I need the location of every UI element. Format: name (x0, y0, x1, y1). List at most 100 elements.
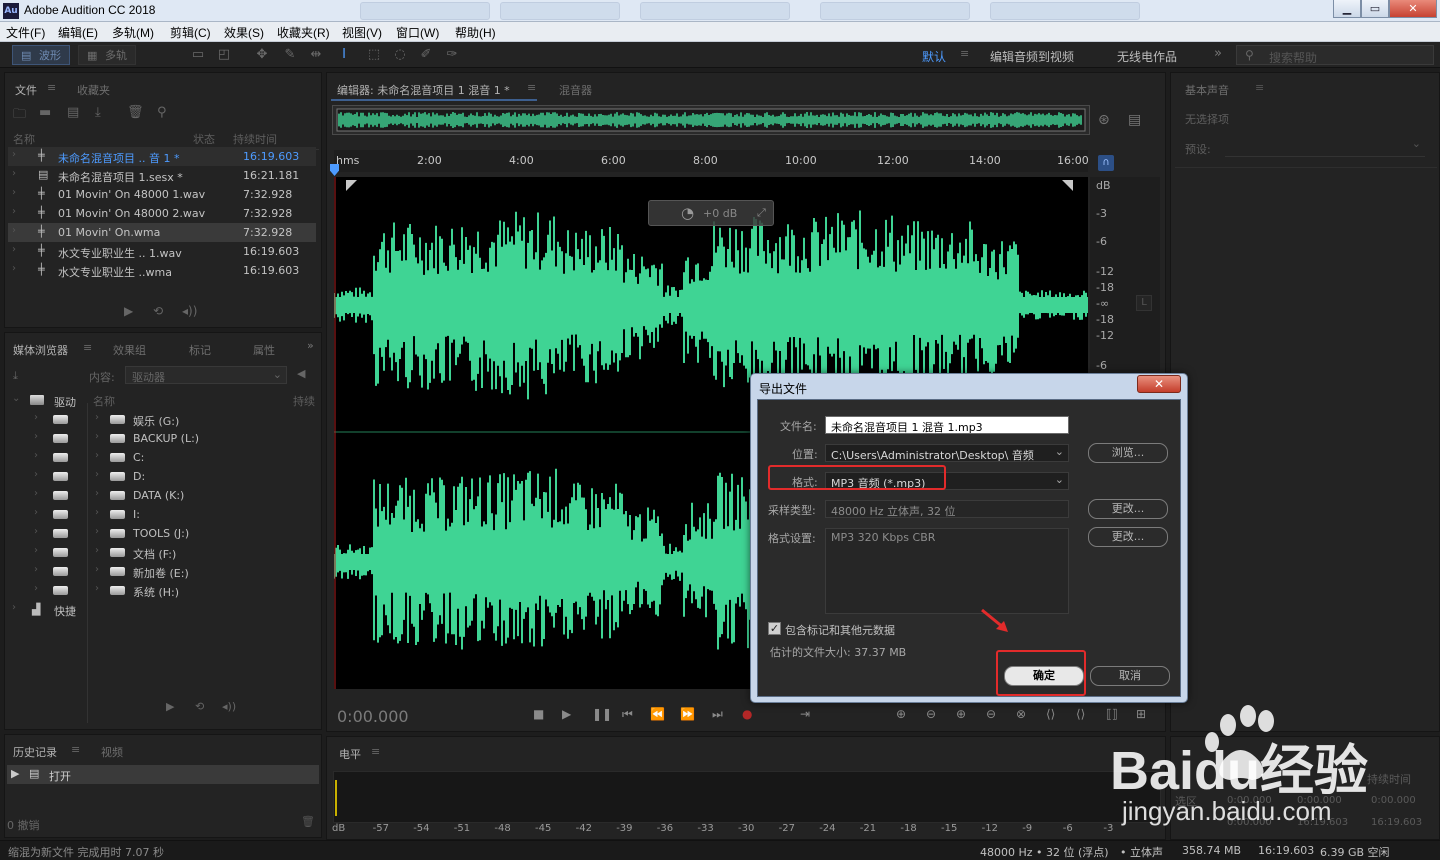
play-preview-icon[interactable]: ▶ (166, 700, 174, 713)
time-ruler[interactable]: hms 2:00 4:00 6:00 8:00 10:00 12:00 14:00 16:00 (334, 150, 1089, 172)
tab-essential-sound[interactable]: 基本声音 (1185, 82, 1229, 98)
menu-effects[interactable]: 效果(S) (224, 24, 264, 41)
menu-file[interactable]: 文件(F) (6, 24, 45, 41)
chevron-right-icon[interactable]: › (95, 488, 99, 499)
loop-preview-icon[interactable]: ⟲ (153, 304, 163, 318)
autoplay-icon[interactable]: ◂)) (222, 700, 236, 713)
menu-view[interactable]: 视图(V) (342, 24, 382, 41)
open-folder-icon[interactable]: 🗀 (13, 105, 26, 127)
panel-overflow-icon[interactable]: » (307, 339, 314, 352)
column-duration-header[interactable]: 持续 (293, 393, 315, 409)
chevron-right-icon[interactable]: › (34, 431, 38, 442)
play-preview-icon[interactable]: ▶ (124, 304, 133, 318)
chevron-right-icon[interactable]: › (34, 507, 38, 518)
spot-healing-tool-icon[interactable]: ✑ (444, 47, 460, 63)
menu-multitrack[interactable]: 多轨(M) (112, 24, 154, 41)
workspace-edit-audio-to-video[interactable]: 编辑音频到视频 (990, 48, 1074, 65)
chevron-right-icon[interactable]: › (12, 206, 16, 217)
chevron-right-icon[interactable]: › (95, 431, 99, 442)
stop-icon[interactable]: ■ (533, 707, 544, 721)
waveform-mode-button[interactable]: ▤ 波形 (12, 45, 70, 65)
multitrack-mode-button[interactable]: ▦ 多轨 (78, 45, 136, 65)
skip-to-end-icon[interactable]: ⏭ (712, 707, 723, 722)
panel-menu-icon[interactable]: ≡ (47, 81, 56, 94)
tree-item-shortcuts[interactable]: › ▟ 快捷 (8, 600, 88, 619)
brush-tool-icon[interactable]: ✐ (418, 47, 434, 63)
razor-tool-icon[interactable]: ✎ (282, 47, 298, 63)
snap-magnet-icon[interactable]: ∩ (1098, 155, 1114, 171)
volume-knob-icon[interactable]: ◔ (681, 204, 694, 222)
time-selection-tool-icon[interactable]: I (336, 47, 352, 63)
chevron-right-icon[interactable]: › (34, 583, 38, 594)
zoom-out-time-icon[interactable]: ⊖ (986, 707, 996, 721)
tab-history[interactable]: 历史记录 (13, 744, 57, 760)
chevron-right-icon[interactable]: › (95, 412, 99, 423)
hud-volume-control[interactable]: ◔ +0 dB ⤢ (648, 200, 774, 226)
tab-mixer[interactable]: 混音器 (559, 82, 592, 98)
tab-favorites[interactable]: 收藏夹 (77, 82, 110, 98)
drive-list-item[interactable]: › C: (92, 448, 316, 467)
panel-menu-icon[interactable]: ≡ (83, 341, 92, 354)
tree-drive-item[interactable]: › (8, 429, 88, 448)
file-list-item[interactable]: › ╪ 01 Movin' On 48000 2.wav 7:32.928 (8, 204, 316, 223)
lasso-tool-icon[interactable]: ◌ (392, 47, 408, 63)
spectral-pitch-icon[interactable]: ◰ (216, 47, 232, 63)
skip-selection-icon[interactable]: ⇥ (800, 707, 810, 721)
chevron-right-icon[interactable]: › (95, 545, 99, 556)
file-list-item[interactable]: › ╪ 01 Movin' On 48000 1.wav 7:32.928 (8, 185, 316, 204)
column-name-header[interactable]: 名称 (93, 393, 115, 409)
menu-favorites[interactable]: 收藏夹(R) (277, 24, 330, 41)
current-time-display[interactable]: 0:00.000 (337, 707, 409, 726)
rewind-icon[interactable]: ⏪ (650, 707, 665, 721)
file-list-item[interactable]: › ╪ 水文专业职业生 ..wma 16:19.603 (8, 261, 316, 280)
overview-waveform[interactable] (332, 105, 1090, 135)
column-name-header[interactable]: 名称 (13, 131, 35, 147)
chevron-right-icon[interactable]: › (34, 488, 38, 499)
chevron-right-icon[interactable]: › (95, 526, 99, 537)
drive-list-item[interactable]: › 娱乐 (G:) (92, 410, 316, 429)
chevron-right-icon[interactable]: › (95, 583, 99, 594)
chevron-right-icon[interactable]: › (12, 225, 16, 236)
chevron-right-icon[interactable]: › (12, 244, 16, 255)
browse-button[interactable]: 浏览... (1088, 443, 1168, 463)
channel-l-button[interactable]: L (1136, 295, 1152, 311)
fast-forward-icon[interactable]: ⏩ (680, 707, 695, 721)
workspace-overflow-icon[interactable]: » (1214, 46, 1222, 61)
file-list-item[interactable]: › ╪ 未命名混音项目 .. 音 1 * 16:19.603 (8, 147, 316, 166)
spectral-frequency-icon[interactable]: ▭ (190, 47, 206, 63)
tree-drive-item[interactable]: › (8, 486, 88, 505)
chevron-right-icon[interactable]: › (12, 149, 16, 160)
tree-drive-item[interactable]: › (8, 562, 88, 581)
file-list-item[interactable]: › ▤ 未命名混音项目 1.sesx * 16:21.181 (8, 166, 316, 185)
tree-item-drives[interactable]: ⌄ 驱动 (8, 391, 88, 410)
import-icon[interactable]: ▬ (39, 105, 51, 120)
play-icon[interactable]: ▶ (562, 707, 571, 721)
column-status-header[interactable]: 状态 (193, 131, 215, 147)
chevron-right-icon[interactable]: › (95, 469, 99, 480)
menu-clip[interactable]: 剪辑(C) (170, 24, 211, 41)
insert-icon[interactable]: ⤓ (95, 105, 101, 120)
pin-icon[interactable]: ⤢ (757, 206, 766, 220)
pause-icon[interactable]: ❚❚ (592, 707, 612, 721)
tree-drive-item[interactable]: › (8, 410, 88, 429)
filter-search-icon[interactable]: ⚲ (157, 105, 167, 120)
loop-preview-icon[interactable]: ⟲ (195, 700, 204, 713)
tab-files[interactable]: 文件 (15, 82, 37, 98)
drive-list-item[interactable]: › 文档 (F:) (92, 543, 316, 562)
chevron-right-icon[interactable]: › (95, 450, 99, 461)
tree-drive-item[interactable]: › (8, 467, 88, 486)
file-list-item[interactable]: › ╪ 水文专业职业生 .. 1.wav 16:19.603 (8, 242, 316, 261)
location-dropdown[interactable]: C:\Users\Administrator\Desktop\ 音频 ⌄ (825, 444, 1069, 462)
menu-edit[interactable]: 编辑(E) (58, 24, 98, 41)
tab-markers[interactable]: 标记 (189, 342, 211, 358)
record-icon[interactable]: ● (742, 707, 752, 721)
tree-drive-item[interactable]: › (8, 581, 88, 600)
include-markers-label[interactable]: 包含标记和其他元数据 (785, 622, 895, 638)
workspace-default[interactable]: 默认 (922, 48, 946, 65)
chevron-right-icon[interactable]: › (34, 564, 38, 575)
close-window-button[interactable]: ✕ (1389, 0, 1437, 18)
preset-dropdown[interactable]: ⌄ (1225, 137, 1425, 157)
column-duration-header[interactable]: 持续时间 (233, 131, 277, 147)
zoom-in-amplitude-icon[interactable]: ⊕ (896, 707, 906, 721)
panel-menu-icon[interactable]: ≡ (71, 743, 80, 756)
